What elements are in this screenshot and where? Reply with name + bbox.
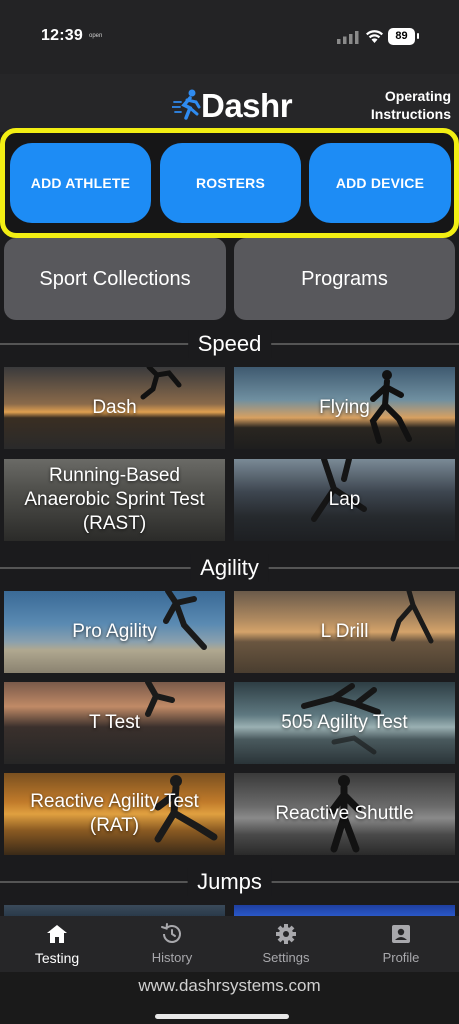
nav-label: Testing [34, 950, 80, 966]
test-tile-dash[interactable]: Dash [4, 367, 225, 449]
gear-icon [276, 924, 296, 944]
app-header: Dashr Operating Instructions [0, 74, 459, 132]
test-tile-flying[interactable]: Flying [234, 367, 455, 449]
tile-label: Dash [92, 397, 137, 418]
test-tile-pro-agility[interactable]: Pro Agility [4, 591, 225, 673]
tile-label: Flying [319, 397, 370, 418]
history-icon [161, 923, 181, 943]
nav-label: Profile [382, 950, 420, 965]
profile-icon [392, 925, 410, 943]
sport-collections-button[interactable]: Sport Collections [4, 238, 226, 320]
url-text[interactable]: www.dashrsystems.com [0, 976, 459, 996]
status-bar: 12:39 open 89 [0, 0, 459, 74]
test-tile-reactive-agility[interactable]: Reactive Agility Test (RAT) [4, 773, 225, 855]
tile-label: Reactive Shuttle [275, 803, 414, 824]
nav-tab-profile[interactable]: Profile [344, 916, 458, 972]
browser-url-bar: www.dashrsystems.com [0, 972, 459, 1024]
nav-tab-history[interactable]: History [115, 916, 229, 972]
test-tile-jump-1[interactable] [4, 905, 225, 916]
section-title: Speed [187, 330, 272, 358]
tile-label: Reactive Agility Test (RAT) [30, 791, 199, 836]
tile-label: L Drill [320, 621, 369, 642]
dashr-logo: Dashr [172, 86, 293, 126]
home-icon [47, 925, 67, 943]
status-time: 12:39 [41, 27, 83, 44]
add-device-button[interactable]: ADD DEVICE [309, 143, 451, 223]
test-tile-reactive-shuttle[interactable]: Reactive Shuttle [234, 773, 455, 855]
nav-label: History [151, 950, 193, 965]
test-tile-l-drill[interactable]: L Drill [234, 591, 455, 673]
primary-actions-panel: ADD ATHLETE ROSTERS ADD DEVICE [0, 128, 459, 238]
programs-button[interactable]: Programs [234, 238, 455, 320]
test-tile-jump-2[interactable] [234, 905, 455, 916]
logo-text: Dashr [201, 87, 293, 124]
status-open-tag: open [89, 33, 103, 39]
tile-label: T Test [88, 712, 141, 733]
cellular-signal-icon [337, 31, 359, 44]
tile-label: Running-Based Anaerobic Sprint Test (RAS… [24, 465, 205, 534]
test-tile-t-test[interactable]: T Test [4, 682, 225, 764]
runner-silhouette-icon [163, 591, 207, 650]
runner-logo-icon [172, 89, 201, 120]
add-athlete-button[interactable]: ADD ATHLETE [10, 143, 151, 223]
wifi-icon [366, 30, 383, 43]
section-title: Agility [190, 554, 269, 582]
test-tile-rast[interactable]: Running-Based Anaerobic Sprint Test (RAS… [4, 459, 225, 541]
nav-tab-settings[interactable]: Settings [229, 916, 343, 972]
runner-silhouette-icon [140, 367, 182, 400]
runner-silhouette-icon [390, 591, 434, 644]
section-title: Jumps [187, 868, 272, 896]
section-header-jumps: Jumps [0, 868, 459, 896]
tile-label: Lap [328, 489, 361, 510]
nav-tab-testing[interactable]: Testing [0, 916, 114, 972]
bottom-nav: Testing History Settings Profile [0, 916, 459, 972]
nav-label: Settings [262, 950, 310, 965]
section-header-agility: Agility [0, 554, 459, 582]
section-header-speed: Speed [0, 330, 459, 358]
rosters-button[interactable]: ROSTERS [160, 143, 301, 223]
test-tile-505-agility[interactable]: 505 Agility Test [234, 682, 455, 764]
home-indicator[interactable] [155, 1014, 289, 1019]
tile-label: Pro Agility [72, 621, 157, 642]
battery-indicator: 89 [388, 28, 419, 45]
test-tile-lap[interactable]: Lap [234, 459, 455, 541]
tile-label: 505 Agility Test [281, 712, 408, 733]
operating-instructions-link[interactable]: Operating Instructions [359, 87, 451, 123]
